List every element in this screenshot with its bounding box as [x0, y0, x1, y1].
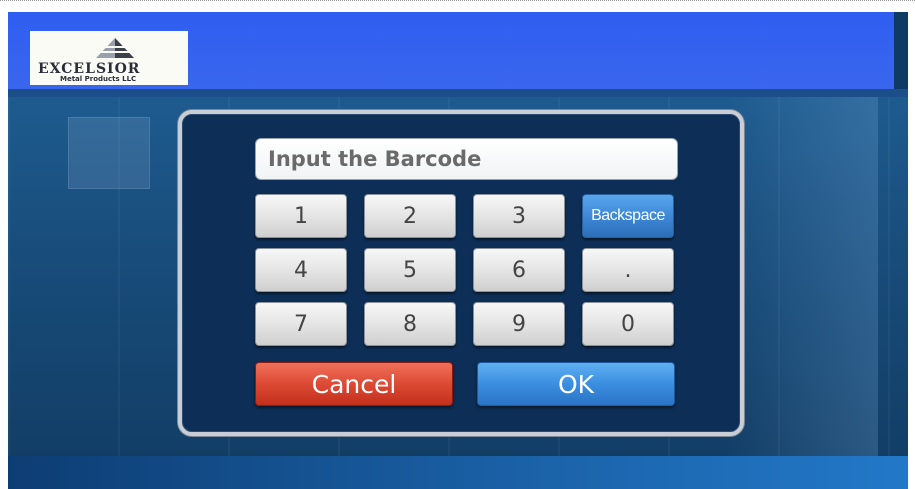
key-decimal[interactable]: .: [582, 248, 674, 292]
footer-bar: [8, 456, 908, 489]
header-divider: [8, 89, 908, 97]
key-6[interactable]: 6: [473, 248, 565, 292]
cancel-button[interactable]: Cancel: [255, 362, 453, 406]
key-1[interactable]: 1: [255, 194, 347, 238]
key-2[interactable]: 2: [364, 194, 456, 238]
logo-subtitle: Metal Products LLC: [60, 75, 137, 83]
key-3[interactable]: 3: [473, 194, 565, 238]
key-9[interactable]: 9: [473, 302, 565, 346]
key-7[interactable]: 7: [255, 302, 347, 346]
company-logo: EXCELSIOR Metal Products LLC: [30, 31, 188, 85]
excelsior-logo-mark-icon: [92, 38, 138, 58]
key-8[interactable]: 8: [364, 302, 456, 346]
ok-button[interactable]: OK: [477, 362, 675, 406]
key-5[interactable]: 5: [364, 248, 456, 292]
barcode-input[interactable]: [255, 138, 678, 180]
key-4[interactable]: 4: [255, 248, 347, 292]
key-0[interactable]: 0: [582, 302, 674, 346]
backspace-button[interactable]: Backspace: [582, 194, 674, 238]
